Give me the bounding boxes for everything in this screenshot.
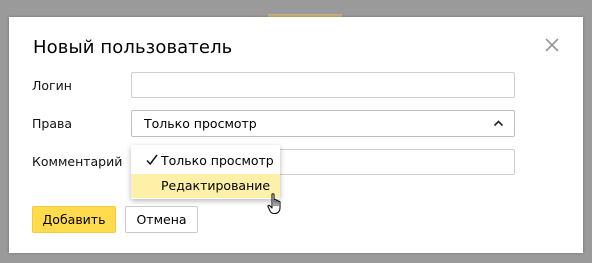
dropdown-option-edit[interactable]: Редактирование (131, 174, 280, 198)
new-user-dialog: Новый пользователь Логин Права Только пр… (9, 17, 583, 253)
dropdown-option-label: Только просмотр (161, 153, 274, 168)
rights-label: Права (32, 116, 73, 131)
add-button[interactable]: Добавить (32, 206, 116, 233)
dropdown-option-view-only[interactable]: Только просмотр (131, 149, 280, 173)
rights-select[interactable]: Только просмотр (131, 110, 515, 137)
chevron-up-icon (493, 120, 504, 127)
close-icon[interactable] (543, 36, 561, 54)
rights-select-value: Только просмотр (144, 116, 257, 131)
dialog-title: Новый пользователь (33, 37, 233, 58)
login-input[interactable] (131, 72, 515, 98)
rights-dropdown-menu: Только просмотр Редактирование (131, 145, 280, 199)
comment-label: Комментарий (32, 154, 123, 169)
login-label: Логин (32, 78, 72, 93)
dropdown-option-label: Редактирование (161, 178, 271, 193)
cancel-button[interactable]: Отмена (125, 206, 198, 233)
hand-cursor-icon (267, 193, 281, 215)
check-icon (146, 154, 158, 166)
